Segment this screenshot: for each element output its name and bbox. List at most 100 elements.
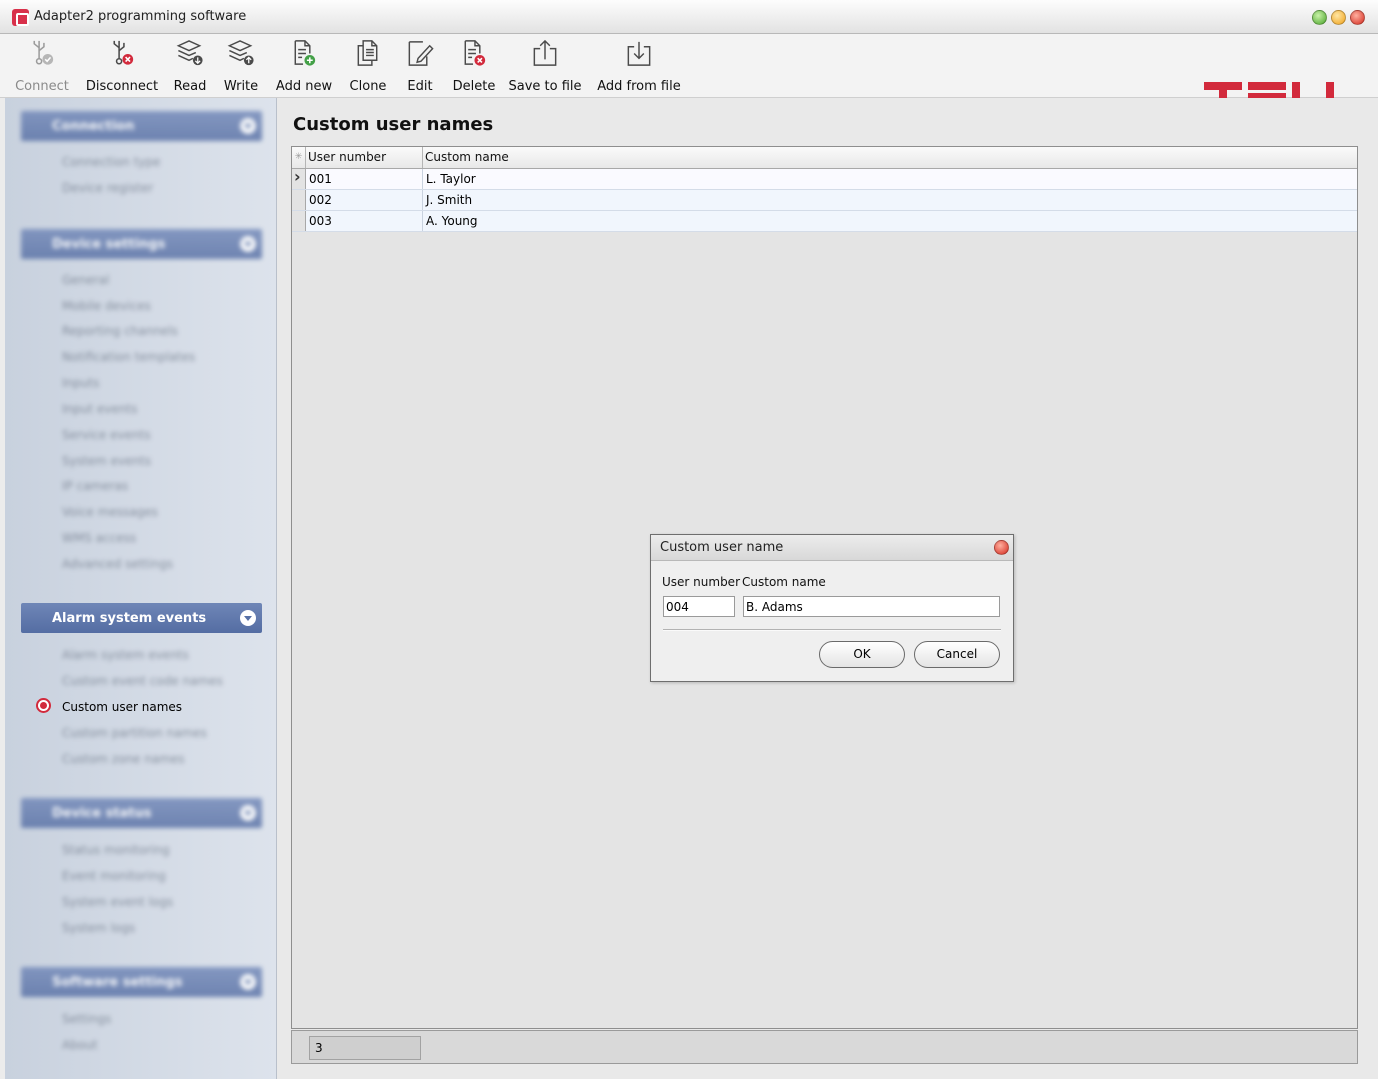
sidebar-item-ip-cameras[interactable]: IP cameras bbox=[62, 479, 128, 493]
sidebar-section-alarm-system-events[interactable]: Alarm system events bbox=[21, 603, 262, 633]
disconnect-button[interactable]: Disconnect bbox=[86, 38, 158, 94]
dialog-separator bbox=[663, 629, 1001, 631]
column-header-user-number[interactable]: User number bbox=[306, 147, 423, 168]
user-number-cell[interactable]: 002 bbox=[306, 190, 423, 210]
user-number-cell[interactable]: 003 bbox=[306, 211, 423, 231]
sidebar-item-system-logs[interactable]: System logs bbox=[62, 921, 135, 935]
sidebar-item-about[interactable]: About bbox=[62, 1038, 97, 1052]
sidebar-item-reporting-channels[interactable]: Reporting channels bbox=[62, 324, 178, 338]
grid-header: ✳ User number Custom name bbox=[292, 147, 1357, 169]
sidebar-item-mobile-devices[interactable]: Mobile devices bbox=[62, 299, 151, 313]
title-bar: Adapter2 programming software bbox=[0, 0, 1378, 34]
dialog-close-button[interactable] bbox=[994, 540, 1009, 555]
add-from-file-button[interactable]: Add from file bbox=[597, 38, 681, 94]
collapse-icon bbox=[240, 805, 256, 821]
custom-name-cell[interactable]: J. Smith bbox=[423, 190, 1357, 210]
user-number-field[interactable] bbox=[663, 596, 735, 617]
minimize-button[interactable] bbox=[1312, 10, 1327, 25]
column-header-custom-name[interactable]: Custom name bbox=[423, 147, 1357, 168]
sidebar-item-event-monitoring[interactable]: Event monitoring bbox=[62, 869, 166, 883]
sidebar-item-settings[interactable]: Settings bbox=[62, 1012, 111, 1026]
sidebar-section-device-status[interactable]: Device status bbox=[21, 798, 262, 828]
table-row[interactable]: 003 A. Young bbox=[292, 211, 1357, 232]
sidebar-item-custom-user-names[interactable]: Custom user names bbox=[62, 700, 182, 714]
sidebar-item-connection-type[interactable]: Connection type bbox=[62, 155, 161, 169]
ok-button[interactable]: OK bbox=[819, 641, 905, 668]
sidebar-item-status-monitoring[interactable]: Status monitoring bbox=[62, 843, 170, 857]
sidebar-item-voice-messages[interactable]: Voice messages bbox=[62, 505, 158, 519]
maximize-button[interactable] bbox=[1331, 10, 1346, 25]
close-button[interactable] bbox=[1350, 10, 1365, 25]
disconnect-label: Disconnect bbox=[85, 79, 159, 94]
usb-connect-icon bbox=[33, 40, 54, 65]
write-label: Write bbox=[223, 79, 259, 94]
sidebar-item-custom-event-code-names[interactable]: Custom event code names bbox=[62, 674, 223, 688]
custom-name-cell[interactable]: L. Taylor bbox=[423, 169, 1357, 189]
clone-button[interactable]: Clone bbox=[348, 38, 388, 94]
layers-write-icon bbox=[227, 40, 254, 66]
connect-button[interactable]: Connect bbox=[15, 38, 69, 94]
custom-name-label: Custom name bbox=[742, 575, 826, 589]
sidebar-item-device-register[interactable]: Device register bbox=[62, 181, 153, 195]
collapse-icon bbox=[240, 118, 256, 134]
edit-label: Edit bbox=[407, 79, 433, 94]
delete-button[interactable]: Delete bbox=[452, 38, 496, 94]
selected-radio-icon bbox=[36, 698, 51, 713]
sidebar-item-system-event-logs[interactable]: System event logs bbox=[62, 895, 173, 909]
connect-label: Connect bbox=[15, 79, 69, 94]
sidebar-item-wms-access[interactable]: WMS access bbox=[62, 531, 136, 545]
section-label: Device status bbox=[52, 805, 152, 821]
sidebar-section-device-settings[interactable]: Device settings bbox=[21, 229, 262, 259]
table-row[interactable]: 001 L. Taylor bbox=[292, 167, 1357, 190]
sidebar-item-inputs[interactable]: Inputs bbox=[62, 376, 99, 390]
add-new-label: Add new bbox=[275, 79, 333, 94]
sidebar-item-advanced-settings[interactable]: Advanced settings bbox=[62, 557, 173, 571]
current-row-indicator-icon bbox=[292, 167, 306, 189]
sidebar-item-custom-partition-names[interactable]: Custom partition names bbox=[62, 726, 207, 740]
write-button[interactable]: Write bbox=[222, 38, 260, 94]
cancel-button[interactable]: Cancel bbox=[914, 641, 1000, 668]
import-icon bbox=[627, 41, 651, 66]
clone-label: Clone bbox=[349, 79, 387, 94]
custom-name-field[interactable] bbox=[743, 596, 1000, 617]
add-new-button[interactable]: Add new bbox=[275, 38, 333, 94]
user-number-cell[interactable]: 001 bbox=[306, 169, 423, 189]
custom-user-name-dialog: Custom user name User number Custom name… bbox=[650, 534, 1014, 682]
section-label: Device settings bbox=[52, 236, 166, 252]
edit-button[interactable]: Edit bbox=[403, 38, 437, 94]
delete-label: Delete bbox=[452, 79, 496, 94]
section-label: Software settings bbox=[52, 974, 183, 990]
add-from-file-label: Add from file bbox=[597, 79, 681, 94]
document-edit-icon bbox=[408, 41, 434, 66]
row-header[interactable] bbox=[292, 211, 306, 231]
sidebar-item-input-events[interactable]: Input events bbox=[62, 402, 137, 416]
toolbar: Connect Disconnect Read Write Add new Cl… bbox=[0, 34, 1378, 112]
save-to-file-button[interactable]: Save to file bbox=[508, 38, 582, 94]
usb-disconnect-icon bbox=[113, 40, 134, 65]
sidebar-item-notification-templates[interactable]: Notification templates bbox=[62, 350, 195, 364]
dialog-title: Custom user name bbox=[660, 540, 784, 555]
custom-name-cell[interactable]: A. Young bbox=[423, 211, 1357, 231]
read-label: Read bbox=[173, 79, 207, 94]
user-number-label: User number bbox=[662, 575, 740, 589]
sidebar-section-software-settings[interactable]: Software settings bbox=[21, 967, 262, 997]
document-clone-icon bbox=[357, 40, 378, 66]
sidebar-item-general[interactable]: General bbox=[62, 273, 109, 287]
save-to-file-label: Save to file bbox=[508, 79, 582, 94]
section-label: Alarm system events bbox=[52, 610, 207, 626]
table-row[interactable]: 002 J. Smith bbox=[292, 190, 1357, 211]
row-header[interactable] bbox=[292, 190, 306, 210]
app-icon bbox=[12, 9, 29, 26]
sidebar-item-alarm-system-events[interactable]: Alarm system events bbox=[62, 648, 189, 662]
collapse-icon bbox=[240, 974, 256, 990]
read-button[interactable]: Read bbox=[172, 38, 208, 94]
layers-read-icon bbox=[176, 40, 203, 66]
sidebar-section-connection[interactable]: Connection bbox=[21, 111, 262, 141]
record-count: 3 bbox=[309, 1036, 421, 1060]
sidebar-item-service-events[interactable]: Service events bbox=[62, 428, 151, 442]
sidebar-item-custom-zone-names[interactable]: Custom zone names bbox=[62, 752, 185, 766]
page-title: Custom user names bbox=[293, 114, 494, 135]
sidebar-item-system-events[interactable]: System events bbox=[62, 454, 151, 468]
dialog-title-bar: Custom user name bbox=[651, 535, 1013, 561]
sidebar: Connection Connection type Device regist… bbox=[5, 98, 277, 1079]
